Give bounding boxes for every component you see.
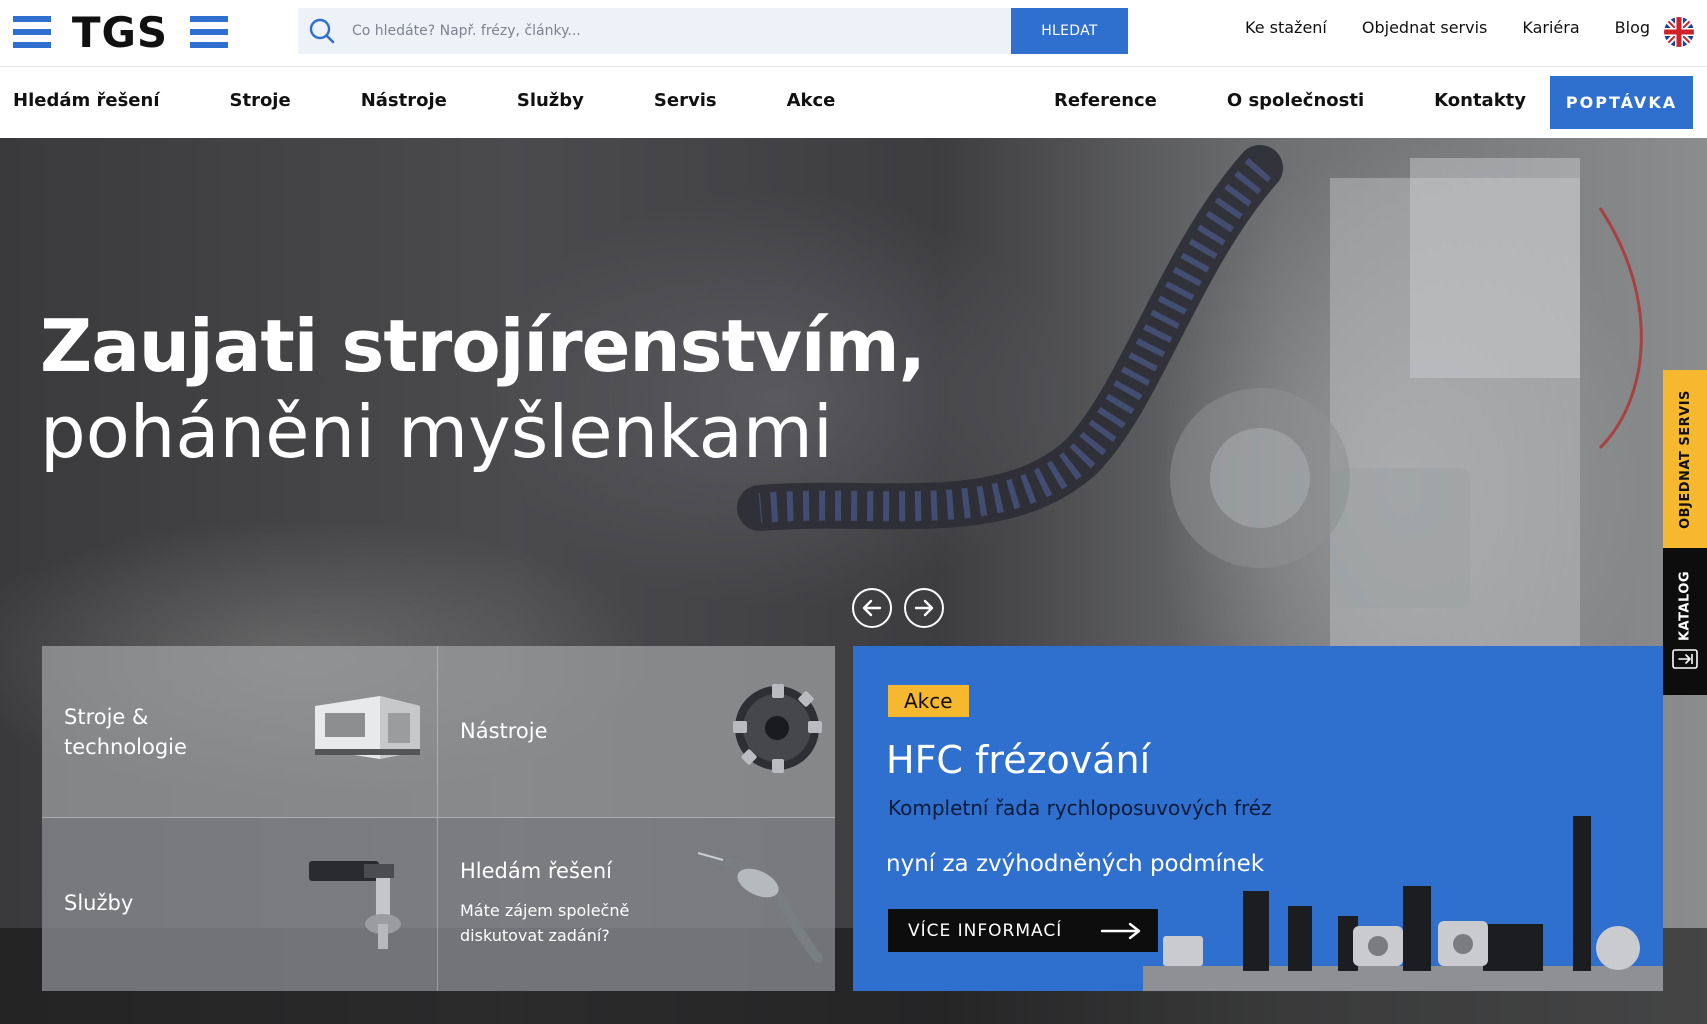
slider-next-button[interactable] — [904, 588, 944, 628]
promo-title: HFC frézování — [886, 738, 1151, 782]
logo-text: TGS — [72, 14, 168, 50]
slider-prev-button[interactable] — [852, 588, 892, 628]
tile-reseni-subtitle: Máte zájem společně diskutovat zadání? — [460, 901, 630, 945]
side-tab-catalog-label: KATALOG — [1677, 570, 1693, 642]
promo-banner[interactable]: Akce HFC frézování Kompletní řada rychlo… — [853, 646, 1663, 991]
side-tab-catalog[interactable]: KATALOG — [1663, 548, 1707, 695]
uk-flag-icon[interactable] — [1664, 17, 1694, 47]
nav-item-hledam-reseni[interactable]: Hledám řešení — [13, 90, 160, 111]
category-tiles: Stroje & technologie Nástroje Služby Hle… — [42, 646, 835, 991]
arrow-right-icon — [914, 599, 934, 617]
more-info-label: VÍCE INFORMACÍ — [908, 920, 1063, 941]
arrow-right-icon — [1100, 922, 1141, 940]
spindle-icon — [309, 861, 401, 949]
part-icon — [697, 852, 823, 963]
tile-hledam-reseni[interactable]: Hledám řešení Máte zájem společně diskut… — [438, 818, 835, 991]
tile-nastroje[interactable]: Nástroje — [438, 646, 835, 818]
hero-title-line2: poháněni myšlenkami — [40, 390, 833, 474]
main-nav: Hledám řešení Stroje Nástroje Služby Ser… — [0, 67, 1707, 138]
hero-title-line1: Zaujati strojírenstvím, — [40, 304, 926, 388]
tgs-logo[interactable]: TGS — [13, 14, 228, 50]
search-button[interactable]: HLEDAT — [1011, 8, 1128, 54]
main-nav-left: Hledám řešení Stroje Nástroje Služby Ser… — [13, 90, 905, 111]
top-link-blog[interactable]: Blog — [1615, 18, 1650, 37]
nav-item-akce[interactable]: Akce — [787, 90, 836, 111]
search-input[interactable] — [346, 8, 1011, 54]
top-link-order-service[interactable]: Objednat servis — [1362, 18, 1488, 37]
more-info-button[interactable]: VÍCE INFORMACÍ — [888, 909, 1158, 952]
inquiry-button[interactable]: POPTÁVKA — [1550, 76, 1693, 129]
side-tab-order-service[interactable]: OBJEDNAT SERVIS — [1663, 370, 1707, 548]
main-nav-right: Reference O společnosti Kontakty — [1054, 90, 1596, 111]
nav-item-o-spolecnosti[interactable]: O společnosti — [1227, 90, 1364, 111]
nav-item-stroje[interactable]: Stroje — [230, 90, 291, 111]
tile-nastroje-label: Nástroje — [460, 719, 548, 743]
tile-sluzby[interactable]: Služby — [42, 818, 438, 991]
search-icon[interactable] — [298, 8, 346, 54]
tile-sluzby-label: Služby — [64, 891, 134, 915]
top-link-downloads[interactable]: Ke stažení — [1245, 18, 1327, 37]
nav-item-kontakty[interactable]: Kontakty — [1434, 90, 1526, 111]
search-bar: HLEDAT — [298, 8, 1128, 54]
tile-stroje-label: Stroje & technologie — [64, 705, 187, 759]
catalog-open-icon — [1672, 649, 1698, 669]
top-links: Ke stažení Objednat servis Kariéra Blog — [1245, 18, 1650, 37]
page: TGS HLEDAT Ke stažení Objednat servis Ka… — [0, 0, 1707, 1024]
tile-reseni-label: Hledám řešení — [460, 859, 612, 883]
side-tab-order-service-label: OBJEDNAT SERVIS — [1677, 389, 1693, 529]
milling-cutter-icon — [733, 684, 822, 773]
top-bar: TGS HLEDAT Ke stažení Objednat servis Ka… — [0, 0, 1707, 67]
nav-item-nastroje[interactable]: Nástroje — [361, 90, 447, 111]
nav-item-servis[interactable]: Servis — [654, 90, 717, 111]
milling-tools-image — [1143, 816, 1663, 991]
promo-badge: Akce — [888, 685, 969, 717]
top-link-career[interactable]: Kariéra — [1522, 18, 1579, 37]
hero-title: Zaujati strojírenstvím, poháněni myšlenk… — [40, 303, 926, 475]
nav-item-sluzby[interactable]: Služby — [517, 90, 584, 111]
hero-section: Zaujati strojírenstvím, poháněni myšlenk… — [0, 138, 1707, 1024]
tile-stroje-technologie[interactable]: Stroje & technologie — [42, 646, 438, 818]
arrow-left-icon — [862, 599, 882, 617]
nav-item-reference[interactable]: Reference — [1054, 90, 1157, 111]
machine-icon — [315, 696, 420, 759]
